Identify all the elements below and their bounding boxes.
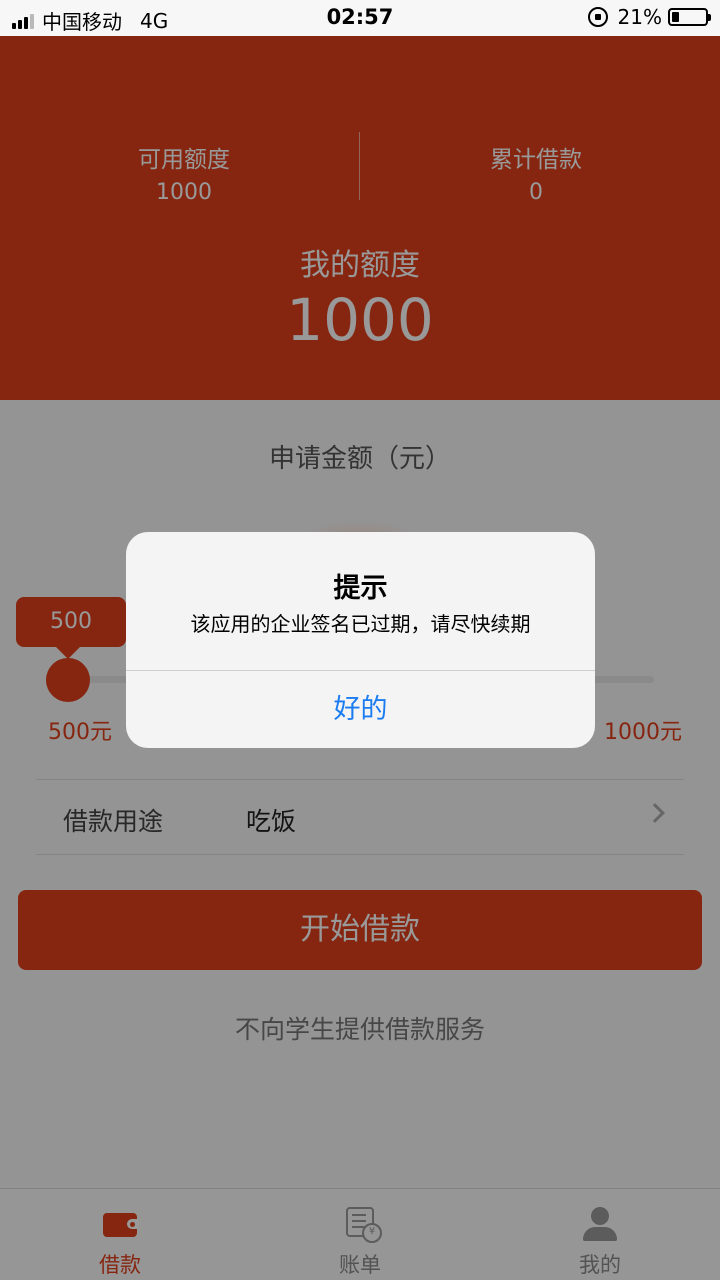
rotation-lock-icon — [587, 7, 608, 27]
status-right: 21% — [587, 5, 711, 29]
battery-icon — [668, 8, 711, 26]
battery-percent: 21% — [617, 5, 662, 29]
alert-message: 该应用的企业签名已过期，请尽快续期 — [190, 612, 531, 636]
alert-title: 提示 — [333, 573, 388, 604]
alert-dialog: 提示 该应用的企业签名已过期，请尽快续期 好的 — [126, 532, 595, 748]
alert-ok-button[interactable]: 好的 — [126, 671, 595, 748]
status-bar: 中国移动 4G 02:57 21% — [0, 0, 720, 36]
